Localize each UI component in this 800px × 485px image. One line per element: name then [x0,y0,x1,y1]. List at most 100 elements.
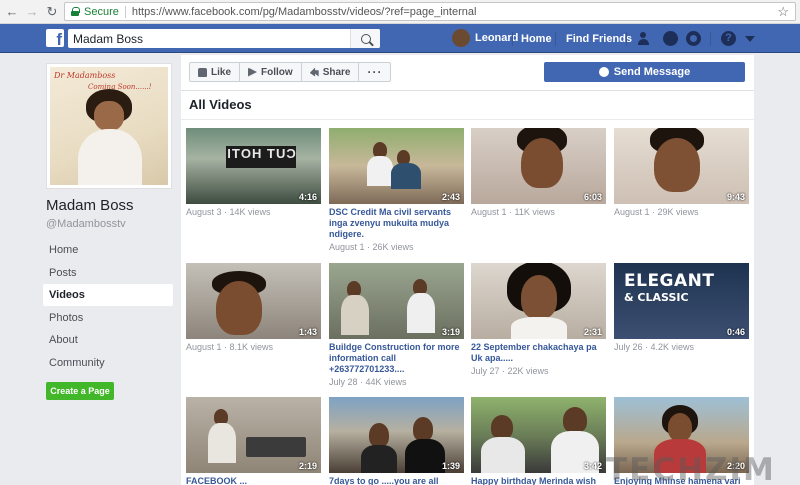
share-button[interactable]: Share [302,63,360,81]
topbar-divider [555,32,556,46]
video-thumbnail[interactable]: 6:03 [471,128,606,204]
share-arrow-icon [309,67,319,77]
video-card[interactable]: 9:43 August 1 · 29K views [614,128,749,218]
follow-label: Follow [261,66,293,78]
video-thumbnail[interactable]: 1:39 [329,397,464,473]
thumbnail-person [405,439,445,473]
video-card[interactable]: 2:31 22 September chakachaya pa Uk apa..… [471,263,606,377]
thumbnail-person [341,295,369,335]
video-card[interactable]: 1:39 7days to go .....you are all invite… [329,397,464,485]
video-card[interactable]: ELEGANT & CLASSIC 0:46 July 26 · 4.2K vi… [614,263,749,353]
video-duration: 2:19 [298,461,317,471]
forward-icon[interactable]: → [22,2,42,22]
browser-toolbar: ← → ↻ Secure https://www.facebook.com/pg… [0,0,800,24]
bookmark-star-icon[interactable]: ☆ [777,4,789,20]
thumbnail-person [367,156,393,186]
video-duration: 2:31 [583,327,602,337]
video-card[interactable]: 2:19 FACEBOOK ... [186,397,321,485]
video-title[interactable]: 22 September chakachaya pa Uk apa..... [471,342,606,364]
video-title[interactable]: FACEBOOK ... [186,476,321,485]
thumbs-up-icon [198,67,207,77]
video-thumbnail[interactable]: 1:43 [186,263,321,339]
video-thumbnail[interactable]: 2:31 [471,263,606,339]
sidebar-item-videos[interactable]: Videos [43,284,173,306]
thumbnail-person [216,281,262,335]
topbar-divider [512,32,513,46]
page-title[interactable]: Madam Boss [46,197,134,214]
thumbnail-person [481,437,525,473]
video-title[interactable]: DSC Credit Ma civil servants inga zvenyu… [329,207,464,240]
video-card[interactable]: 3:19 Buildge Construction for more infor… [329,263,464,388]
video-duration: 4:16 [298,192,317,202]
notifications-globe-icon[interactable] [686,31,701,46]
video-card[interactable]: 6:03 August 1 · 11K views [471,128,606,218]
search-icon [360,33,371,44]
video-meta: August 1 · 26K views [329,242,414,252]
heading-divider [181,119,754,120]
page-handle[interactable]: @Madambosstv [46,218,126,230]
address-bar[interactable]: Secure https://www.facebook.com/pg/Madam… [64,2,796,21]
like-button[interactable]: Like [190,63,241,81]
video-thumbnail[interactable]: 2:43 [329,128,464,204]
thumbnail-person [521,138,563,188]
avatar [452,29,470,47]
search-button[interactable] [350,29,380,48]
follow-button[interactable]: Follow [240,63,302,81]
video-thumbnail[interactable]: 3:19 [329,263,464,339]
sidebar-item-posts[interactable]: Posts [43,262,173,284]
facebook-logo-icon[interactable]: f [46,29,64,47]
video-title[interactable]: Buildge Construction for more informatio… [329,342,464,375]
thumbnail-sign-text: CUT HOTI [226,146,296,168]
video-card[interactable]: 2:43 DSC Credit Ma civil servants inga z… [329,128,464,253]
thumbnail-person [361,445,397,473]
send-message-label: Send Message [613,66,691,78]
sidebar-item-about[interactable]: About [43,329,173,351]
profile-picture[interactable]: Dr Madamboss Coming Soon......! [46,63,172,189]
thumbnail-person [369,423,389,447]
create-page-button[interactable]: Create a Page [46,382,114,400]
friend-requests-icon[interactable] [638,31,653,46]
thumbnail-person [521,275,557,319]
video-card[interactable]: 1:43 August 1 · 8.1K views [186,263,321,353]
video-meta: August 1 · 29K views [614,207,699,217]
profile-link[interactable]: Leonard [452,29,518,47]
messenger-icon[interactable] [663,31,678,46]
video-title[interactable]: Happy birthday Merinda wish you [471,476,606,485]
video-duration: 3:19 [441,327,460,337]
thumbnail-person [413,417,433,441]
topbar-divider [626,32,627,46]
sidebar-item-photos[interactable]: Photos [43,307,173,329]
sidebar-item-home[interactable]: Home [43,239,173,261]
home-link[interactable]: Home [521,33,552,45]
thumbnail-title-text: ELEGANT [624,271,715,291]
video-thumbnail[interactable]: ELEGANT & CLASSIC 0:46 [614,263,749,339]
help-icon[interactable]: ? [721,31,736,46]
video-title[interactable]: 7days to go .....you are all invited [329,476,464,485]
video-thumbnail[interactable]: 2:19 [186,397,321,473]
thumbnail-person [208,423,236,463]
video-card[interactable]: CUT HOTI 4:16 August 3 · 14K views [186,128,321,218]
video-thumbnail[interactable]: 9:43 [614,128,749,204]
find-friends-link[interactable]: Find Friends [566,33,632,45]
thumbnail-person [491,415,513,439]
lock-icon [71,7,80,16]
secure-label: Secure [84,5,119,18]
back-icon[interactable]: ← [2,2,22,22]
video-meta: July 28 · 44K views [329,377,407,387]
page-action-group: Like Follow Share ··· [189,62,392,82]
profile-picture-caption-2: Coming Soon......! [88,83,152,91]
video-meta: August 1 · 11K views [471,207,555,217]
thumbnail-subtitle-text: & CLASSIC [624,291,689,304]
account-menu-caret-icon[interactable] [745,36,755,42]
video-card[interactable]: 3:42 Happy birthday Merinda wish you [471,397,606,485]
video-thumbnail[interactable]: 3:42 [471,397,606,473]
thumbnail-person [391,163,421,189]
more-options-button[interactable]: ··· [359,63,390,81]
video-duration: 9:43 [726,192,745,202]
video-thumbnail[interactable]: CUT HOTI 4:16 [186,128,321,204]
sidebar-item-community[interactable]: Community [43,352,173,374]
search-input[interactable]: Madam Boss [68,29,380,48]
topbar-divider [710,32,711,46]
send-message-button[interactable]: Send Message [544,62,745,82]
reload-icon[interactable]: ↻ [42,2,62,22]
